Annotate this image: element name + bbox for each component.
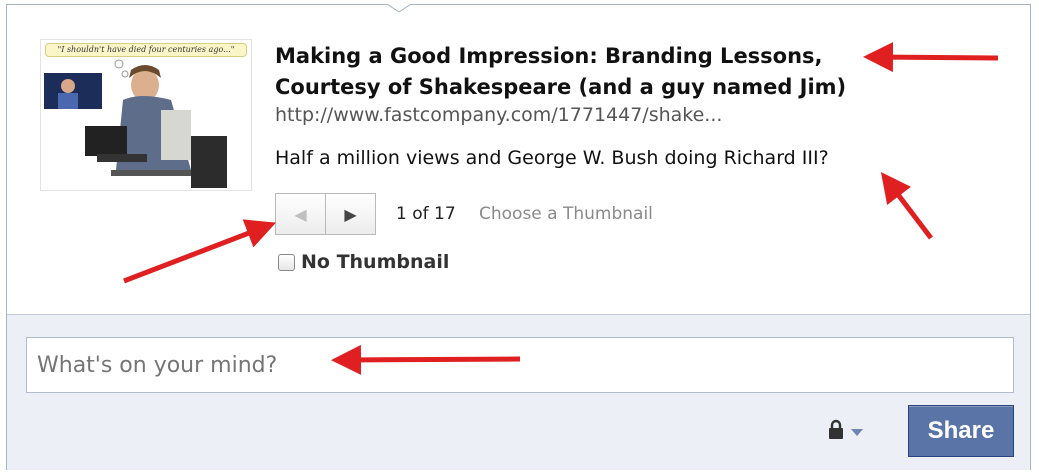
share-button[interactable]: Share: [908, 405, 1014, 457]
composer-footer: Share: [7, 314, 1030, 470]
link-thumbnail: "I shouldn't have died four centuries ag…: [40, 39, 252, 191]
thumbnail-count: 1 of 17: [396, 204, 456, 224]
link-title-line1: Making a Good Impression: Branding Lesso…: [275, 44, 823, 68]
link-url: http://www.fastcompany.com/1771447/shake…: [275, 104, 723, 126]
no-thumbnail-option[interactable]: No Thumbnail: [278, 251, 449, 273]
no-thumbnail-checkbox[interactable]: [278, 253, 295, 271]
link-title-line2: Courtesy of Shakespeare (and a guy named…: [275, 75, 847, 99]
chevron-down-icon: [851, 429, 863, 436]
next-thumbnail-button[interactable]: ▶: [326, 194, 375, 234]
link-summary[interactable]: Half a million views and George W. Bush …: [275, 147, 829, 169]
triangle-right-icon: ▶: [344, 204, 357, 224]
link-title[interactable]: Making a Good Impression: Branding Lesso…: [275, 41, 915, 103]
thumbnail-image: [44, 59, 227, 188]
no-thumbnail-label: No Thumbnail: [301, 251, 450, 273]
share-link-panel: "I shouldn't have died four centuries ag…: [6, 4, 1031, 470]
lock-icon: [829, 419, 843, 439]
triangle-left-icon: ◀: [294, 204, 307, 224]
prev-thumbnail-button[interactable]: ◀: [276, 194, 326, 234]
thumbnail-pager: ◀ ▶: [275, 193, 376, 235]
choose-thumbnail-label: Choose a Thumbnail: [479, 204, 653, 224]
status-input[interactable]: [26, 337, 1014, 393]
panel-notch: [387, 4, 411, 13]
privacy-selector[interactable]: [827, 419, 867, 441]
